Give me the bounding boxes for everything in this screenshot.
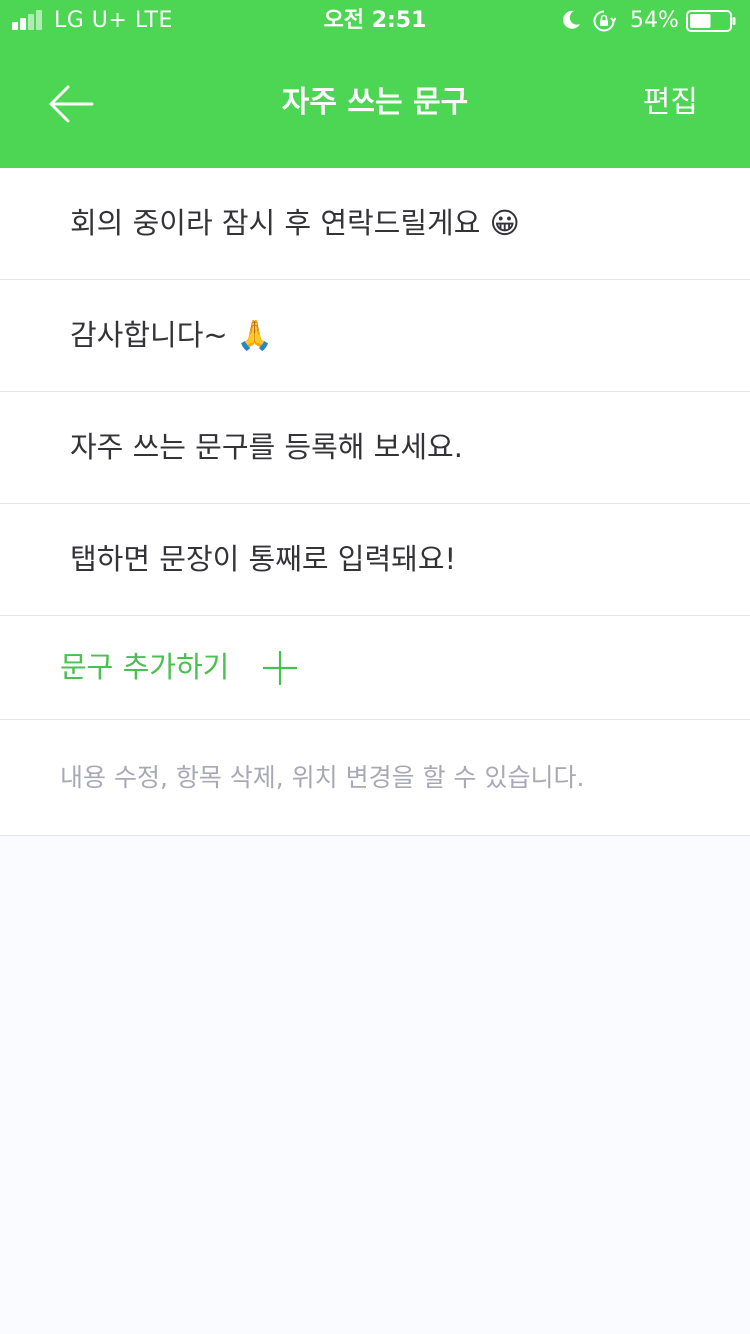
edit-button[interactable]: 편집 — [643, 82, 698, 124]
moon-icon — [563, 10, 580, 29]
phrase-list: 회의 중이라 잠시 후 연락드릴게요 😀 감사합니다~ 🙏 자주 쓰는 문구를 … — [0, 168, 750, 836]
plus-icon — [263, 651, 297, 685]
phrase-text: 자주 쓰는 문구를 등록해 보세요. — [70, 430, 463, 464]
list-item[interactable]: 자주 쓰는 문구를 등록해 보세요. — [0, 392, 750, 504]
battery-percentage: 54% — [630, 8, 679, 33]
list-item[interactable]: 탭하면 문장이 통째로 입력돼요! — [0, 504, 750, 616]
phrase-text: 감사합니다~ 🙏 — [70, 318, 274, 352]
hint-row: 내용 수정, 항목 삭제, 위치 변경을 할 수 있습니다. — [0, 720, 750, 836]
list-item[interactable]: 회의 중이라 잠시 후 연락드릴게요 😀 — [0, 168, 750, 280]
add-phrase-label: 문구 추가하기 — [60, 650, 230, 684]
battery-icon — [686, 10, 736, 32]
list-item[interactable]: 감사합니다~ 🙏 — [0, 280, 750, 392]
page-title: 자주 쓰는 문구 — [281, 85, 469, 120]
top-bar: LG U+ LTE 오전 2:51 54% 자주 쓰는 문구 편집 — [0, 0, 750, 168]
rotation-lock-icon — [593, 10, 616, 32]
phrase-text: 회의 중이라 잠시 후 연락드릴게요 😀 — [70, 206, 520, 240]
phrase-text: 탭하면 문장이 통째로 입력돼요! — [70, 542, 457, 576]
add-phrase-button[interactable]: 문구 추가하기 — [0, 616, 750, 720]
hint-text: 내용 수정, 항목 삭제, 위치 변경을 할 수 있습니다. — [60, 763, 585, 792]
status-bar: LG U+ LTE 오전 2:51 54% — [0, 0, 750, 42]
